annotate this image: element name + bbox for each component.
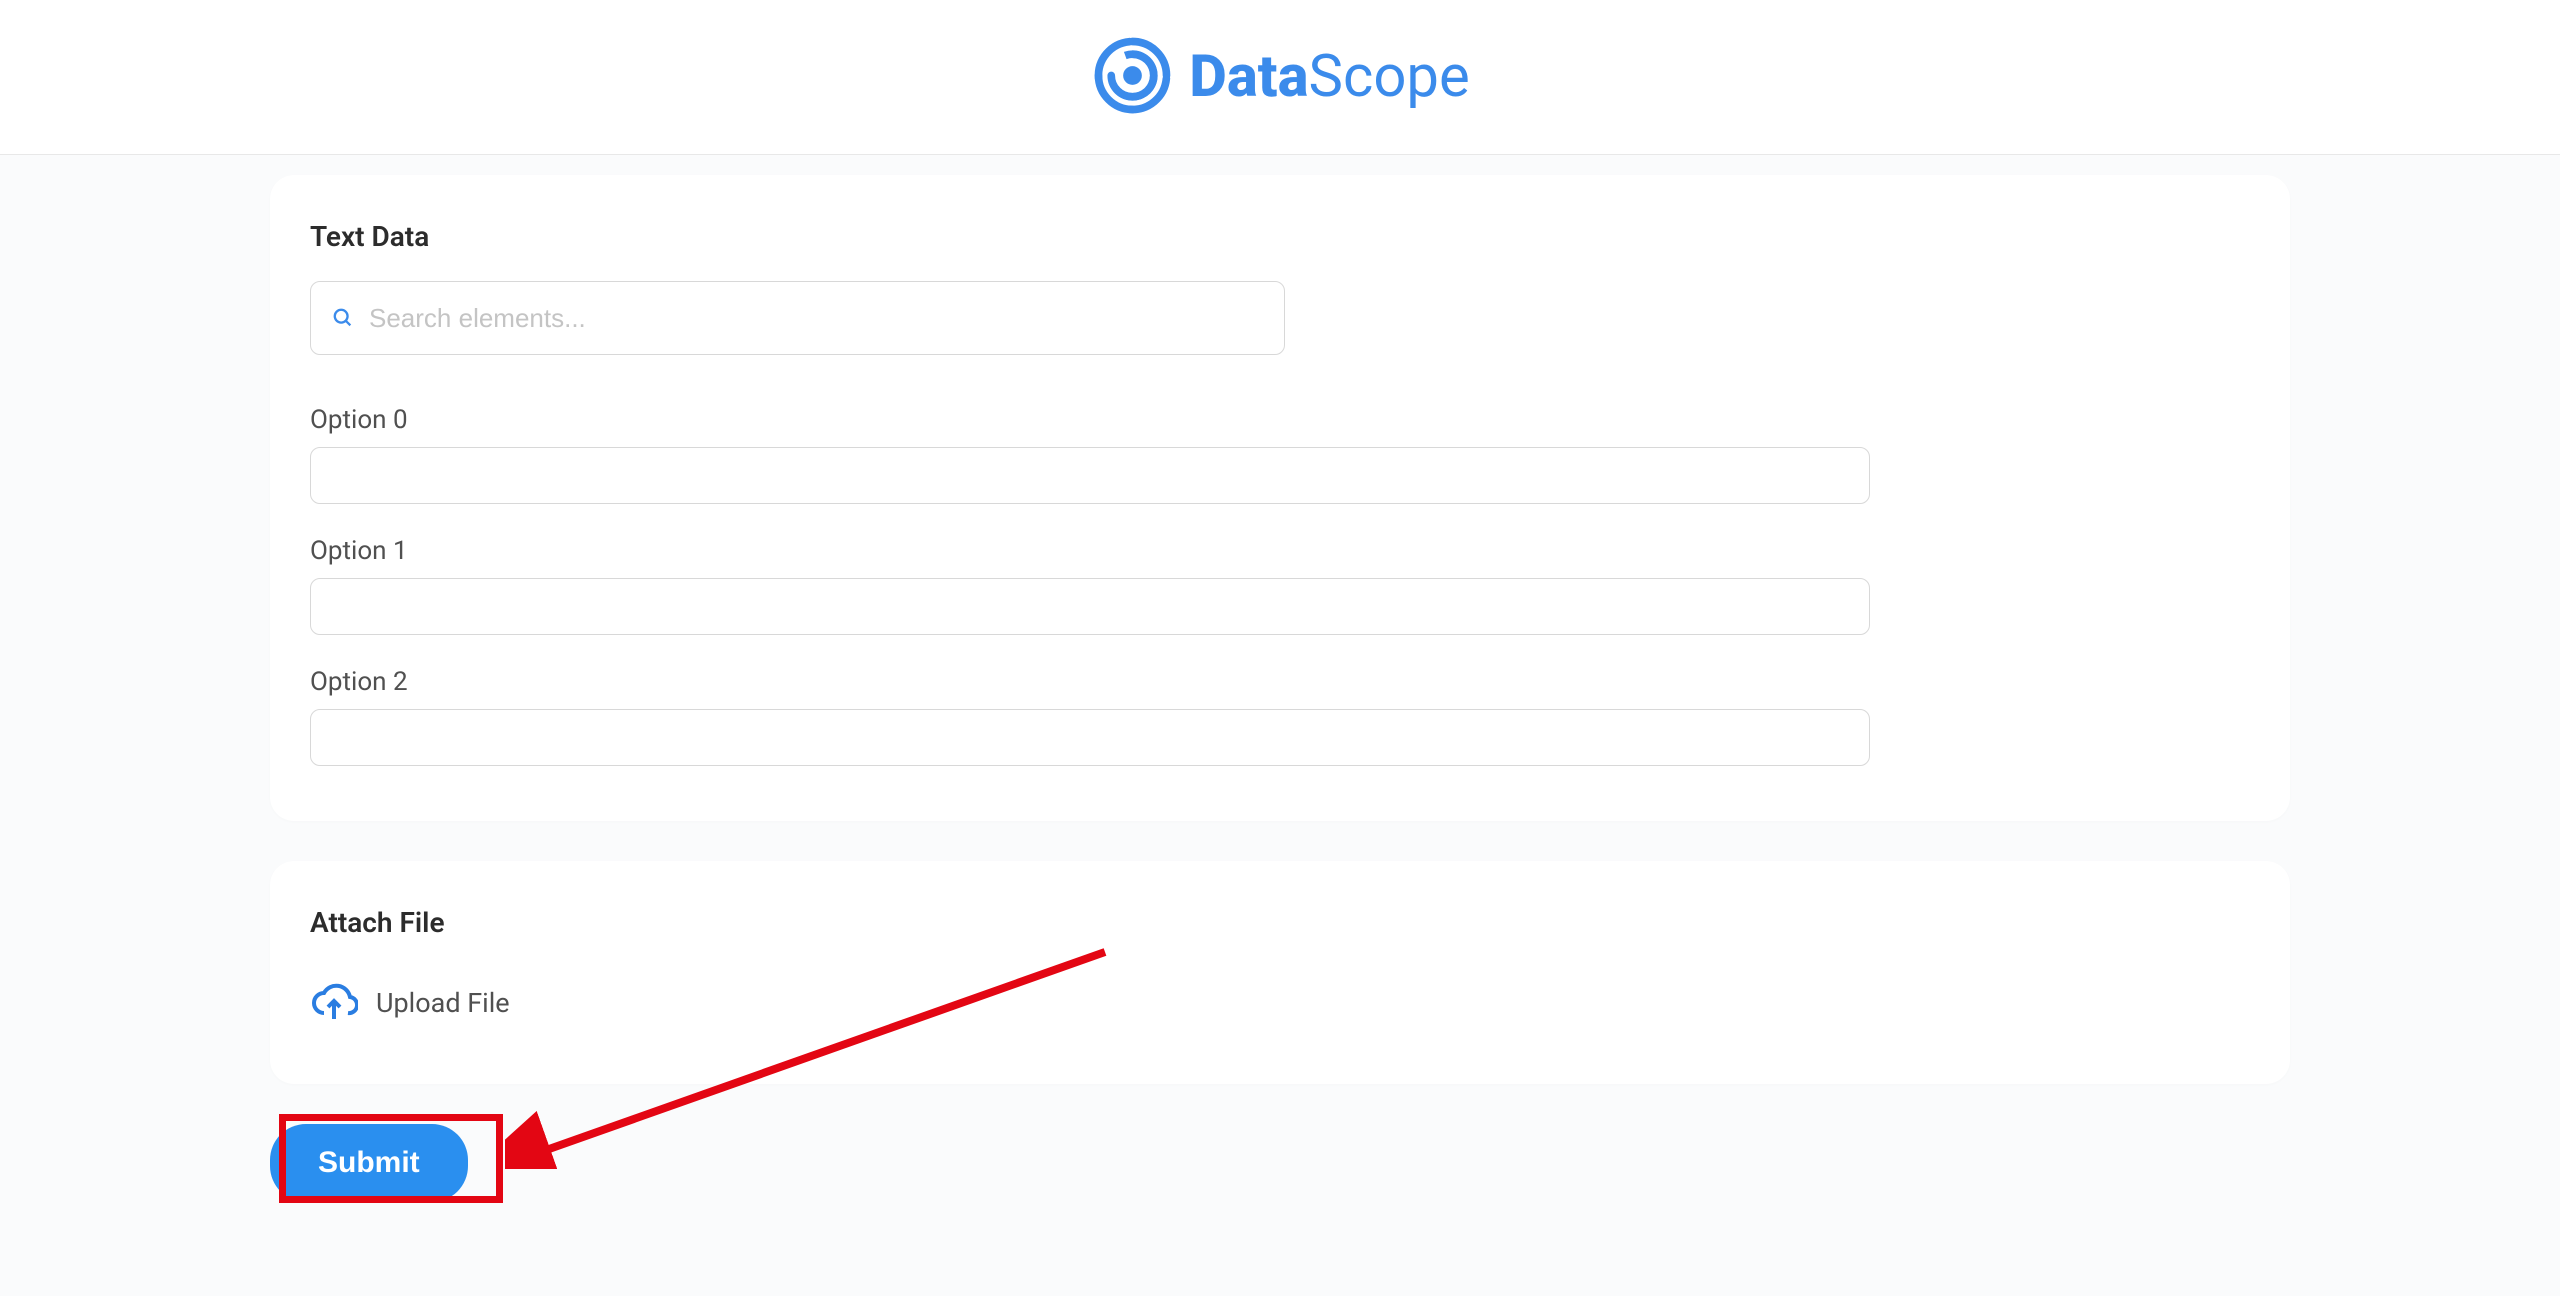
logo-icon [1090,33,1175,122]
logo: DataScope [1090,33,1469,122]
main-container: Text Data Option 0 Option 1 Option 2 Att… [270,155,2290,1202]
option-input-0[interactable] [310,447,1870,504]
upload-file-button[interactable]: Upload File [310,967,2250,1039]
attach-file-card: Attach File Upload File [270,861,2290,1084]
upload-icon [310,977,358,1029]
option-group-2: Option 2 [310,667,2250,766]
upload-file-label: Upload File [376,987,510,1019]
logo-text: DataScope [1189,43,1469,111]
option-input-2[interactable] [310,709,1870,766]
submit-button[interactable]: Submit [270,1124,468,1202]
text-data-title: Text Data [310,220,2250,253]
header: DataScope [0,0,2560,155]
option-group-1: Option 1 [310,536,2250,635]
attach-file-title: Attach File [310,906,2250,939]
search-wrapper [310,281,1285,355]
text-data-card: Text Data Option 0 Option 1 Option 2 [270,175,2290,821]
option-label-1: Option 1 [310,536,2250,566]
option-group-0: Option 0 [310,405,2250,504]
search-input[interactable] [310,281,1285,355]
option-label-0: Option 0 [310,405,2250,435]
option-label-2: Option 2 [310,667,2250,697]
option-input-1[interactable] [310,578,1870,635]
